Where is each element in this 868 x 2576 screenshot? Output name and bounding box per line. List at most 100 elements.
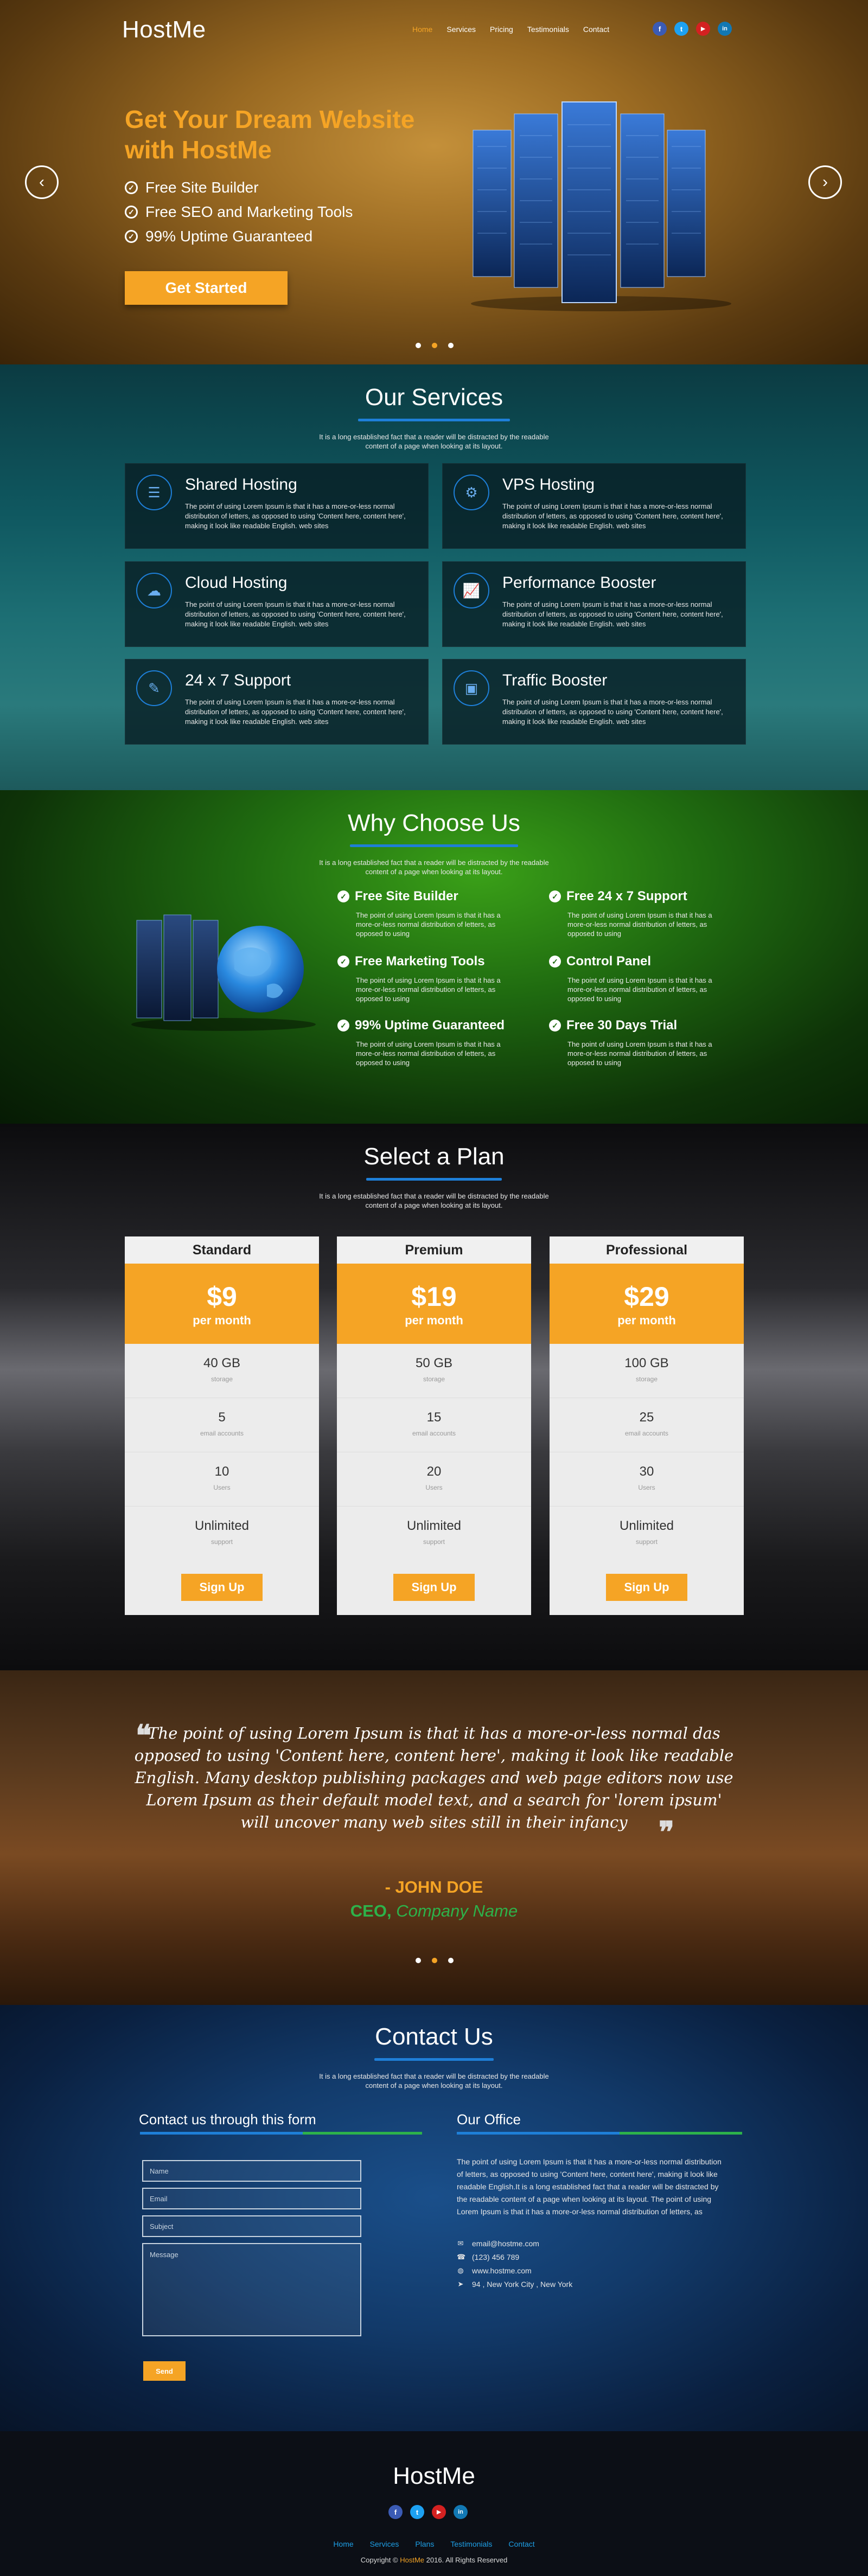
title-underline: [366, 1178, 502, 1181]
footer: HostMe f t ▶ in Home Services Plans Test…: [0, 2431, 868, 2576]
plan-card-professional: Professional $29 per month 100 GB storage …: [550, 1236, 744, 1615]
plan-feature-row: 30 Users: [550, 1452, 744, 1507]
plan-name: Standard: [125, 1236, 319, 1264]
hero-feature: ✓ Free SEO and Marketing Tools: [125, 203, 353, 221]
why-subtitle: It is a long established fact that a rea…: [319, 858, 549, 876]
services-title: Our Services: [365, 384, 503, 411]
youtube-icon[interactable]: ▶: [432, 2505, 446, 2519]
contact-website[interactable]: ◍ www.hostme.com: [457, 2266, 531, 2275]
check-circle-icon: ✓: [337, 1020, 349, 1031]
service-text: The point of using Lorem Ipsum is that i…: [185, 502, 406, 530]
office-heading: Our Office: [457, 2111, 521, 2128]
service-card[interactable]: ▣ Traffic Booster The point of using Lor…: [442, 659, 746, 745]
footer-nav-home[interactable]: Home: [333, 2540, 353, 2548]
footer-nav-contact[interactable]: Contact: [508, 2540, 534, 2548]
plan-price: $29: [624, 1281, 669, 1312]
facebook-icon[interactable]: f: [388, 2505, 403, 2519]
service-title: Traffic Booster: [502, 671, 608, 689]
linkedin-icon[interactable]: in: [718, 22, 732, 36]
title-underline: [358, 419, 510, 421]
service-text: The point of using Lorem Ipsum is that i…: [502, 698, 723, 726]
sign-up-button[interactable]: Sign Up: [181, 1574, 263, 1601]
plan-feature-row: Unlimited support: [406, 1518, 462, 1546]
nav-services[interactable]: Services: [446, 25, 476, 34]
twitter-icon[interactable]: t: [410, 2505, 424, 2519]
email-input[interactable]: [142, 2188, 361, 2209]
send-button[interactable]: Send: [143, 2361, 186, 2381]
hero-slider-dots: [416, 343, 454, 348]
footer-nav-plans[interactable]: Plans: [415, 2540, 434, 2548]
service-card[interactable]: ⚙ VPS Hosting The point of using Lorem I…: [442, 463, 746, 549]
slider-dot[interactable]: [448, 343, 454, 348]
plans-subtitle: It is a long established fact that a rea…: [319, 1192, 549, 1209]
message-textarea[interactable]: [142, 2243, 361, 2336]
service-card[interactable]: 📈 Performance Booster The point of using…: [442, 561, 746, 647]
sign-up-button[interactable]: Sign Up: [393, 1574, 475, 1601]
line-chart-icon: 📈: [454, 573, 489, 608]
slider-prev-button[interactable]: ‹: [25, 165, 59, 199]
plan-feature-row: 5 email accounts: [125, 1398, 319, 1452]
services-section: Our Services It is a long established fa…: [0, 364, 868, 790]
plan-card-premium: Premium $19 per month 50 GB storage 15 emai…: [337, 1236, 531, 1615]
twitter-icon[interactable]: t: [674, 22, 688, 36]
why-item: ✓ Free Marketing Tools The point of using…: [337, 954, 516, 1003]
check-circle-icon: ✓: [549, 890, 561, 902]
slider-dot[interactable]: [432, 343, 437, 348]
service-text: The point of using Lorem Ipsum is that i…: [185, 600, 406, 628]
slider-dot[interactable]: [432, 1958, 437, 1963]
plan-feature-row: Unlimited support: [194, 1518, 250, 1546]
plan-card-standard: Standard $9 per month 40 GB storage 5 email…: [125, 1236, 319, 1615]
nav-pricing[interactable]: Pricing: [490, 25, 513, 34]
footer-nav-services[interactable]: Services: [370, 2540, 399, 2548]
check-circle-icon: ✓: [549, 956, 561, 967]
slider-dot[interactable]: [448, 1958, 454, 1963]
plan-period: per month: [617, 1313, 676, 1327]
nav-testimonials[interactable]: Testimonials: [527, 25, 569, 34]
plan-feature-row: 15 email accounts: [337, 1398, 531, 1452]
facebook-icon[interactable]: f: [653, 22, 667, 36]
name-input[interactable]: [142, 2160, 361, 2182]
plan-price-box: $29 per month: [550, 1264, 744, 1344]
plan-feature-row: Unlimited support: [619, 1518, 674, 1546]
service-card[interactable]: ☰ Shared Hosting The point of using Lore…: [125, 463, 429, 549]
why-item: ✓ Free 30 Days Trial The point of using L…: [549, 1018, 728, 1067]
why-item: ✓ 99% Uptime Guaranteed The point of usin…: [337, 1018, 516, 1067]
server-globe-image: [131, 914, 316, 1031]
globe-icon: ◍: [457, 2266, 464, 2274]
nav-contact[interactable]: Contact: [583, 25, 609, 34]
check-circle-icon: ✓: [125, 230, 138, 243]
linkedin-icon[interactable]: in: [454, 2505, 468, 2519]
hero-headline: Get Your Dream Website with HostMe: [125, 105, 415, 164]
why-item: ✓ Control Panel The point of using Lorem …: [549, 954, 728, 1003]
testimonial-position: CEO, Company Name: [350, 1901, 518, 1920]
service-card[interactable]: ✎ 24 x 7 Support The point of using Lore…: [125, 659, 429, 745]
plan-price: $9: [207, 1281, 237, 1312]
nav-home[interactable]: Home: [412, 25, 432, 34]
site-logo[interactable]: HostMe: [122, 16, 206, 43]
why-choose-section: Why Choose Us It is a long established f…: [0, 790, 868, 1124]
contact-phone[interactable]: ☎ (123) 456 789: [457, 2253, 519, 2261]
heading-underline: [457, 2132, 742, 2135]
plan-feature-row: 100 GB storage: [550, 1344, 744, 1398]
plan-name: Professional: [550, 1236, 744, 1264]
office-text: The point of using Lorem Ipsum is that i…: [457, 2157, 722, 2216]
plan-period: per month: [405, 1313, 463, 1327]
location-arrow-icon: ➤: [457, 2280, 464, 2288]
testimonial-author: - JOHN DOE: [385, 1877, 483, 1896]
footer-logo[interactable]: HostMe: [0, 2463, 868, 2490]
slider-next-button[interactable]: ›: [808, 165, 842, 199]
get-started-button[interactable]: Get Started: [125, 271, 288, 305]
sign-up-button[interactable]: Sign Up: [606, 1574, 687, 1601]
service-card[interactable]: ☁ Cloud Hosting The point of using Lorem…: [125, 561, 429, 647]
contact-subtitle: It is a long established fact that a rea…: [319, 2072, 549, 2090]
footer-nav-testimonials[interactable]: Testimonials: [450, 2540, 492, 2548]
service-text: The point of using Lorem Ipsum is that i…: [502, 502, 723, 530]
slider-dot[interactable]: [416, 343, 421, 348]
service-title: 24 x 7 Support: [185, 671, 291, 689]
slider-dot[interactable]: [416, 1958, 421, 1963]
cloud-icon: ☁: [136, 573, 172, 608]
subject-input[interactable]: [142, 2215, 361, 2237]
gears-icon: ⚙: [454, 475, 489, 510]
youtube-icon[interactable]: ▶: [696, 22, 710, 36]
contact-email[interactable]: ✉ email@hostme.com: [457, 2239, 539, 2248]
